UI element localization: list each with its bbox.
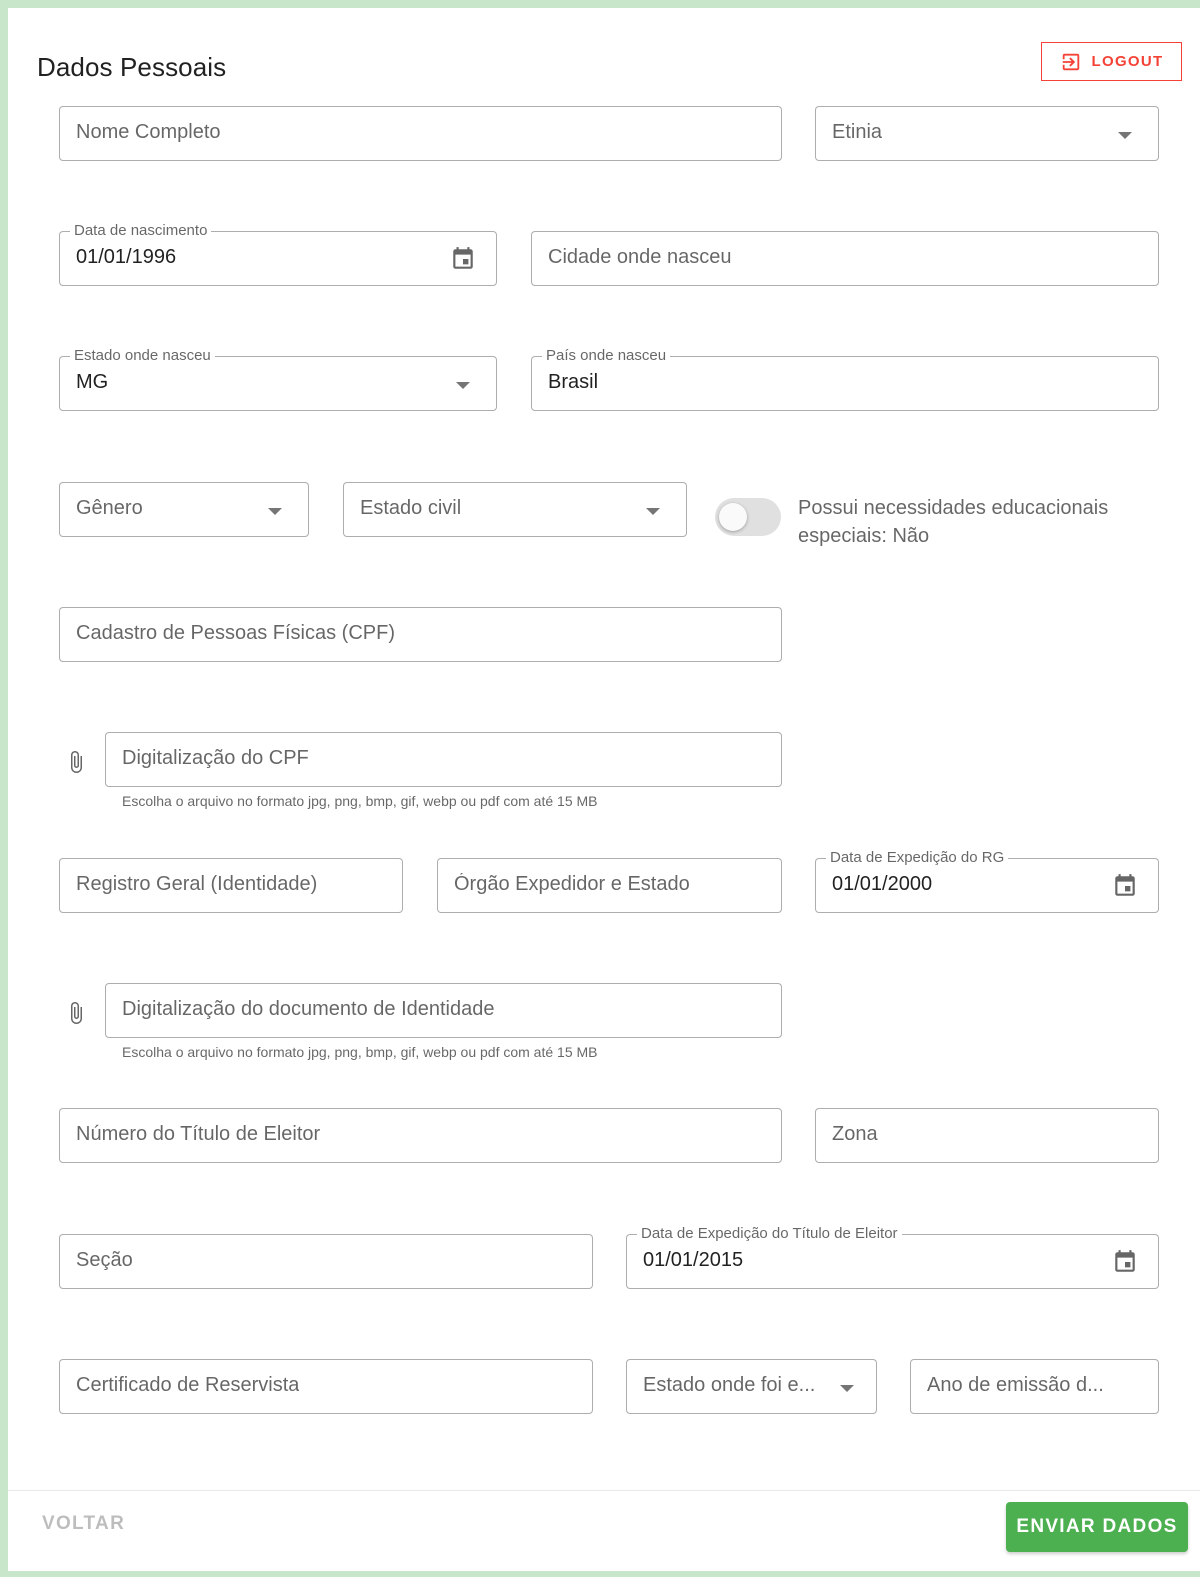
genero-placeholder: Gênero — [76, 497, 143, 519]
pais-nascimento-value: Brasil — [548, 371, 599, 393]
submit-button[interactable]: ENVIAR DADOS — [1006, 1502, 1188, 1552]
cidade-nascimento-input[interactable]: Cidade onde nasceu — [531, 231, 1159, 286]
etnia-select[interactable]: Etinia — [815, 106, 1159, 161]
rg-scan-file-input[interactable]: Digitalização do documento de Identidade — [105, 983, 782, 1038]
back-button[interactable]: VOLTAR — [42, 1513, 125, 1535]
cpf-scan-file-input[interactable]: Digitalização do CPF — [105, 732, 782, 787]
data-expedicao-rg-input[interactable]: Data de Expedição do RG 01/01/2000 — [815, 849, 1159, 913]
reservista-placeholder: Certificado de Reservista — [76, 1374, 300, 1396]
attach-icon[interactable] — [64, 997, 88, 1029]
rg-placeholder: Registro Geral (Identidade) — [76, 873, 318, 895]
page-title: Dados Pessoais — [37, 52, 227, 82]
titulo-eleitor-placeholder: Número do Título de Eleitor — [76, 1123, 321, 1145]
cpf-placeholder: Cadastro de Pessoas Físicas (CPF) — [76, 622, 395, 644]
dropdown-arrow-icon — [646, 508, 660, 515]
pais-nascimento-input[interactable]: País onde nasceu Brasil — [531, 347, 1159, 411]
data-nascimento-input[interactable]: Data de nascimento 01/01/1996 — [59, 222, 497, 286]
data-expedicao-titulo-input[interactable]: Data de Expedição do Título de Eleitor 0… — [626, 1225, 1159, 1289]
genero-select[interactable]: Gênero — [59, 482, 309, 537]
etnia-placeholder: Etinia — [832, 121, 883, 143]
data-nascimento-value: 01/01/1996 — [76, 246, 177, 268]
data-expedicao-rg-label: Data de Expedição do RG — [826, 849, 1009, 867]
titulo-eleitor-input[interactable]: Número do Título de Eleitor — [59, 1108, 782, 1163]
calendar-icon[interactable] — [1112, 1249, 1138, 1275]
data-nascimento-label: Data de nascimento — [70, 222, 212, 240]
zona-input[interactable]: Zona — [815, 1108, 1159, 1163]
calendar-icon[interactable] — [1112, 873, 1138, 899]
estado-emissao-placeholder: Estado onde foi e... — [643, 1374, 816, 1396]
ano-emissao-input[interactable]: Ano de emissão d... — [910, 1359, 1159, 1414]
orgao-expedidor-input[interactable]: Órgão Expedidor e Estado — [437, 858, 782, 913]
data-expedicao-titulo-label: Data de Expedição do Título de Eleitor — [637, 1225, 902, 1243]
zona-placeholder: Zona — [832, 1123, 878, 1145]
rg-scan-hint: Escolha o arquivo no formato jpg, png, b… — [122, 1044, 598, 1060]
dropdown-arrow-icon — [456, 382, 470, 389]
cpf-input[interactable]: Cadastro de Pessoas Físicas (CPF) — [59, 607, 782, 662]
secao-placeholder: Seção — [76, 1249, 133, 1271]
logout-label: LOGOUT — [1091, 53, 1164, 70]
logout-icon — [1062, 53, 1079, 70]
secao-input[interactable]: Seção — [59, 1234, 593, 1289]
cpf-scan-placeholder: Digitalização do CPF — [122, 747, 309, 769]
footer-divider — [8, 1490, 1200, 1491]
estado-civil-placeholder: Estado civil — [360, 497, 462, 519]
dropdown-arrow-icon — [268, 508, 282, 515]
form-card: Dados Pessoais LOGOUT Nome Completo Etin… — [8, 8, 1200, 1571]
pais-nascimento-label: País onde nasceu — [542, 347, 671, 365]
estado-nascimento-select[interactable]: Estado onde nasceu MG — [59, 347, 497, 411]
estado-nascimento-label: Estado onde nasceu — [70, 347, 215, 365]
necessidades-especiais-toggle[interactable] — [715, 498, 781, 536]
dropdown-arrow-icon — [1118, 132, 1132, 139]
rg-input[interactable]: Registro Geral (Identidade) — [59, 858, 403, 913]
data-expedicao-rg-value: 01/01/2000 — [832, 873, 933, 895]
nome-completo-placeholder: Nome Completo — [76, 121, 221, 143]
necessidades-especiais-label: Possui necessidades educacionais especia… — [798, 497, 1109, 547]
calendar-icon[interactable] — [450, 246, 476, 272]
orgao-expedidor-placeholder: Órgão Expedidor e Estado — [454, 873, 690, 895]
nome-completo-input[interactable]: Nome Completo — [59, 106, 782, 161]
estado-emissao-select[interactable]: Estado onde foi e... — [626, 1359, 877, 1414]
estado-civil-select[interactable]: Estado civil — [343, 482, 687, 537]
reservista-input[interactable]: Certificado de Reservista — [59, 1359, 593, 1414]
logout-button[interactable]: LOGOUT — [1041, 42, 1182, 81]
attach-icon[interactable] — [64, 746, 88, 778]
cpf-scan-hint: Escolha o arquivo no formato jpg, png, b… — [122, 793, 598, 809]
toggle-thumb — [719, 503, 747, 531]
dropdown-arrow-icon — [840, 1385, 854, 1392]
data-expedicao-titulo-value: 01/01/2015 — [643, 1249, 744, 1271]
cidade-nascimento-placeholder: Cidade onde nasceu — [548, 246, 732, 268]
rg-scan-placeholder: Digitalização do documento de Identidade — [122, 998, 495, 1020]
ano-emissao-placeholder: Ano de emissão d... — [927, 1374, 1104, 1396]
estado-nascimento-value: MG — [76, 371, 109, 393]
